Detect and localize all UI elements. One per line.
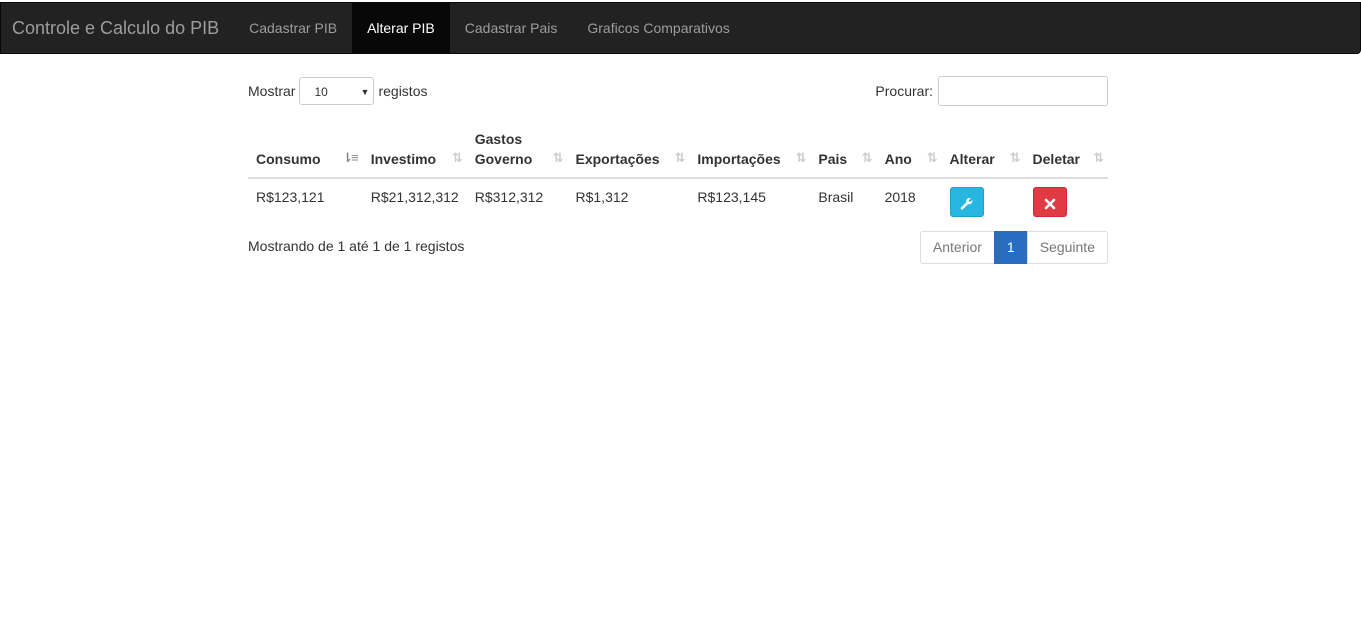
pagination-page-1[interactable]: 1 xyxy=(993,231,1028,264)
column-header-importacoes[interactable]: Importações ⇅ xyxy=(689,121,811,179)
search-label: Procurar: xyxy=(875,83,933,99)
pagination-next[interactable]: Seguinte xyxy=(1026,231,1108,264)
sort-icon: ⇅ xyxy=(861,150,873,165)
table-row: R$123,121 R$21,312,312 R$312,312 R$1,312… xyxy=(248,178,1108,225)
column-header-pais[interactable]: Pais ⇅ xyxy=(810,121,877,179)
page-length-control: Mostrar 10 ▼ registos xyxy=(248,76,427,106)
cell-pais: Brasil xyxy=(818,189,854,205)
navbar-brand[interactable]: Controle e Calculo do PIB xyxy=(1,3,234,53)
main-content: Mostrar 10 ▼ registos Procurar: Consumo … xyxy=(248,76,1108,264)
page-size-value: 10 xyxy=(314,85,328,99)
close-icon xyxy=(1044,198,1055,210)
column-header-consumo[interactable]: Consumo ⇂≡ xyxy=(248,121,363,179)
column-header-investimo[interactable]: Investimo ⇅ xyxy=(362,121,467,179)
column-header-ano[interactable]: Ano ⇅ xyxy=(876,121,942,179)
table-header-row: Consumo ⇂≡ Investimo ⇅ Gastos Governo ⇅ … xyxy=(248,121,1108,179)
nav-cadastrar-pib[interactable]: Cadastrar PIB xyxy=(234,3,352,53)
sort-icon: ⇅ xyxy=(795,150,806,165)
sort-icon: ⇅ xyxy=(552,150,564,165)
delete-button[interactable] xyxy=(1032,187,1067,217)
sort-icon: ⇅ xyxy=(926,150,938,165)
records-label: registos xyxy=(378,83,428,99)
page-size-select[interactable]: 10 ▼ xyxy=(299,77,375,105)
pagination-previous[interactable]: Anterior xyxy=(919,231,995,264)
table-info: Mostrando de 1 até 1 de 1 registos xyxy=(248,238,465,254)
pib-table: Consumo ⇂≡ Investimo ⇅ Gastos Governo ⇅ … xyxy=(248,121,1108,225)
cell-importacoes: R$123,145 xyxy=(697,189,766,205)
nav-graficos-comparativos[interactable]: Graficos Comparativos xyxy=(572,3,744,53)
sort-icon: ⇅ xyxy=(451,150,463,165)
column-header-deletar[interactable]: Deletar ⇅ xyxy=(1024,121,1108,179)
show-label: Mostrar xyxy=(248,83,296,99)
cell-deletar xyxy=(1025,178,1108,225)
table-controls: Mostrar 10 ▼ registos Procurar: xyxy=(248,76,1108,106)
search-control: Procurar: xyxy=(875,76,1108,106)
cell-ano: 2018 xyxy=(884,189,916,205)
wrench-icon xyxy=(960,198,973,210)
column-header-gastos-governo[interactable]: Gastos Governo ⇅ xyxy=(466,121,568,179)
column-header-exportacoes[interactable]: Exportações ⇅ xyxy=(567,121,690,179)
sort-icon: ⇅ xyxy=(1093,150,1104,165)
cell-exportacoes: R$1,312 xyxy=(575,189,629,205)
pagination: Anterior 1 Seguinte xyxy=(919,231,1108,264)
search-input[interactable] xyxy=(938,76,1108,106)
edit-button[interactable] xyxy=(949,187,984,217)
cell-gastos-governo: R$312,312 xyxy=(474,189,544,205)
cell-consumo: R$123,121 xyxy=(256,189,325,205)
chevron-down-icon: ▼ xyxy=(360,87,370,97)
nav-cadastrar-pais[interactable]: Cadastrar Pais xyxy=(450,3,573,53)
cell-investimo: R$21,312,312 xyxy=(370,189,459,205)
sort-icon: ⇅ xyxy=(1009,150,1021,165)
cell-alterar xyxy=(942,178,1025,225)
nav-alterar-pib[interactable]: Alterar PIB xyxy=(352,3,450,53)
top-navbar: Controle e Calculo do PIB Cadastrar PIB … xyxy=(0,2,1361,54)
column-header-alterar[interactable]: Alterar ⇅ xyxy=(941,121,1025,179)
sort-ascending-icon: ⇂≡ xyxy=(342,150,359,165)
sort-icon: ⇅ xyxy=(674,150,686,165)
